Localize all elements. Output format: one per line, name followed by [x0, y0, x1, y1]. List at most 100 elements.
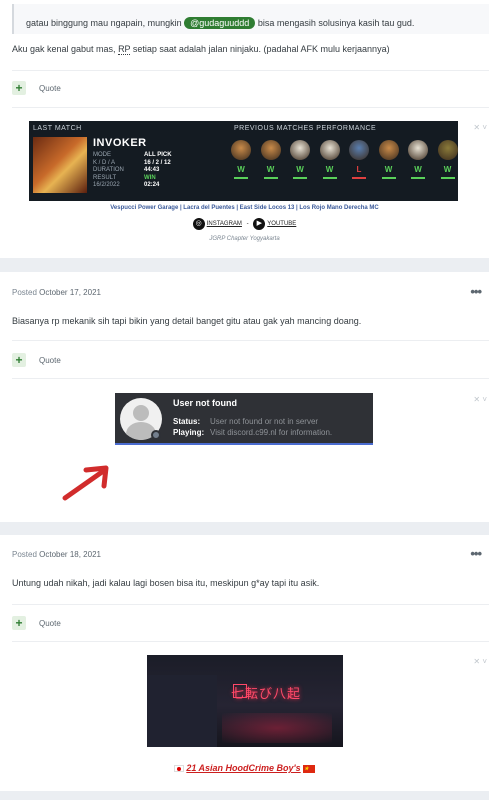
instagram-icon: ◎ — [192, 218, 205, 230]
avatar-head — [133, 405, 149, 421]
stat-value: 16 / 2 / 12 — [144, 159, 171, 166]
post-body: Biasanya rp mekanik sih tapi bikin yang … — [12, 316, 362, 326]
match-result: L — [356, 165, 362, 174]
match-result-bar — [234, 177, 248, 179]
match-hero-icon — [260, 140, 281, 160]
signature-close-icon[interactable]: ✕ ˅ — [473, 657, 487, 666]
status-label: Status: — [173, 417, 201, 426]
multiquote-add-button[interactable]: + — [12, 353, 26, 367]
multiquote-add-button[interactable]: + — [12, 616, 26, 630]
match-date: 16/2/2022 — [93, 182, 120, 188]
post-date: Posted October 17, 2021 — [12, 288, 101, 297]
match-result: W — [414, 165, 422, 174]
user-mention[interactable]: @gudaguuddd — [184, 17, 256, 29]
stat-label: RESULT — [93, 174, 117, 181]
youtube-link[interactable]: YOUTUBE — [267, 221, 296, 227]
neon-sign-text: 七転び八起 — [231, 687, 302, 702]
posted-date-link[interactable]: October 18, 2021 — [39, 550, 101, 559]
post-1: gatau binggung mau ngapain, mungkin @gud… — [0, 0, 489, 258]
match-result-bar — [322, 177, 337, 179]
quoted-text: gatau binggung mau ngapain, mungkin @gud… — [26, 17, 414, 29]
instagram-link[interactable]: INSTAGRAM — [207, 221, 242, 227]
divider — [12, 378, 489, 379]
separator: - — [246, 221, 249, 227]
match-hero-icon — [437, 140, 458, 160]
quoted-text-end: bisa mengasih solusinya kasih tau gud. — [255, 18, 415, 28]
stat-values: ALL PICK 16 / 2 / 12 44:43 WIN 02:24 — [144, 152, 172, 190]
quoted-text-start: gatau binggung mau ngapain, mungkin — [26, 18, 185, 28]
china-flag-icon: ★ — [303, 764, 316, 773]
post-date: Posted October 18, 2021 — [12, 550, 101, 559]
posted-prefix: Posted — [12, 550, 40, 559]
youtube-icon: ▶ — [253, 218, 266, 230]
stat-labels: MODE K / D / A DURATION RESULT 16/2/2022 — [93, 152, 124, 190]
match-result: W — [325, 165, 334, 174]
signature-teams: Vespucci Power Garage | Lacra del Puente… — [110, 205, 379, 211]
stat-value: 44:43 — [144, 167, 160, 173]
post-body-start: Aku gak kenal gabut mas, — [12, 44, 119, 54]
match-result-bar — [381, 177, 396, 179]
offline-status-icon — [151, 430, 161, 440]
divider — [12, 604, 489, 605]
crew-signature: 21 Asian HoodCrime Boy's ★ — [0, 763, 489, 773]
discord-status-card: User not found Status: User not found or… — [115, 393, 373, 445]
quote-button[interactable]: Quote — [39, 84, 61, 93]
divider — [12, 70, 489, 71]
signature-close-icon[interactable]: ✕ ˅ — [473, 123, 487, 132]
quoted-message: gatau binggung mau ngapain, mungkin @gud… — [12, 4, 489, 34]
match-result-bar — [411, 177, 425, 179]
match-hero-icon — [408, 140, 428, 160]
match-hero-icon — [290, 140, 310, 160]
neon-glow — [222, 713, 332, 743]
stat-label: MODE — [93, 152, 111, 158]
post-body: Aku gak kenal gabut mas, RP setiap saat … — [12, 44, 390, 55]
discord-username: User not found — [173, 398, 237, 408]
hero-name: INVOKER — [93, 137, 147, 149]
match-result-bar — [263, 177, 278, 179]
stat-value: ALL PICK — [144, 152, 172, 158]
match-hero-icon — [349, 140, 369, 160]
post-menu-button[interactable]: ••• — [470, 284, 482, 299]
social-links: ◎ INSTAGRAM - ▶ YOUTUBE — [0, 218, 489, 230]
abbreviation[interactable]: RP — [118, 44, 131, 55]
playing-value: Visit discord.c99.nl for information. — [210, 428, 333, 437]
divider — [12, 107, 489, 108]
japan-flag-icon — [173, 765, 184, 773]
post-body: Untung udah nikah, jadi kalau lagi bosen… — [12, 578, 320, 588]
post-menu-button[interactable]: ••• — [470, 546, 482, 561]
divider — [12, 340, 489, 341]
building-silhouette — [147, 675, 217, 747]
result-value: WIN — [144, 174, 156, 181]
dota-signature-banner: LAST MATCH INVOKER MODE K / D / A DURATI… — [29, 121, 458, 201]
multiquote-add-button[interactable]: + — [12, 81, 26, 95]
match-result: W — [237, 165, 245, 174]
stat-label: K / D / A — [93, 159, 116, 166]
match-hero-icon — [231, 140, 251, 160]
match-result: W — [384, 165, 393, 174]
match-result: W — [296, 165, 304, 174]
match-hero-icon — [378, 140, 399, 160]
playing-label: Playing: — [173, 428, 205, 437]
signature-close-icon[interactable]: ✕ ˅ — [473, 395, 487, 404]
match-time: 02:24 — [144, 182, 160, 188]
signature-chapter: JGRP Chapter Yogyakarta — [209, 236, 280, 242]
posted-date-link[interactable]: October 17, 2021 — [39, 288, 101, 297]
arrow-graphic — [62, 465, 109, 501]
match-result-bar — [293, 177, 307, 179]
hero-portrait — [33, 137, 87, 193]
match-result-bar — [440, 177, 455, 179]
match-result: W — [443, 165, 452, 174]
status-value: User not found or not in server — [210, 417, 319, 426]
quote-button[interactable]: Quote — [39, 356, 61, 365]
posted-prefix: Posted — [12, 288, 40, 297]
match-hero-icon — [319, 140, 340, 160]
quote-button[interactable]: Quote — [39, 619, 61, 628]
post-body-end: setiap saat adalah jalan ninjaku. (padah… — [130, 44, 390, 54]
match-result: W — [266, 165, 275, 174]
previous-matches-label: PREVIOUS MATCHES PERFORMANCE — [234, 125, 377, 132]
last-match-label: LAST MATCH — [33, 125, 82, 132]
stat-label: DURATION — [93, 167, 124, 173]
divider — [12, 641, 489, 642]
crew-name[interactable]: 21 Asian HoodCrime Boy's — [186, 763, 300, 773]
match-result-bar — [352, 177, 366, 179]
